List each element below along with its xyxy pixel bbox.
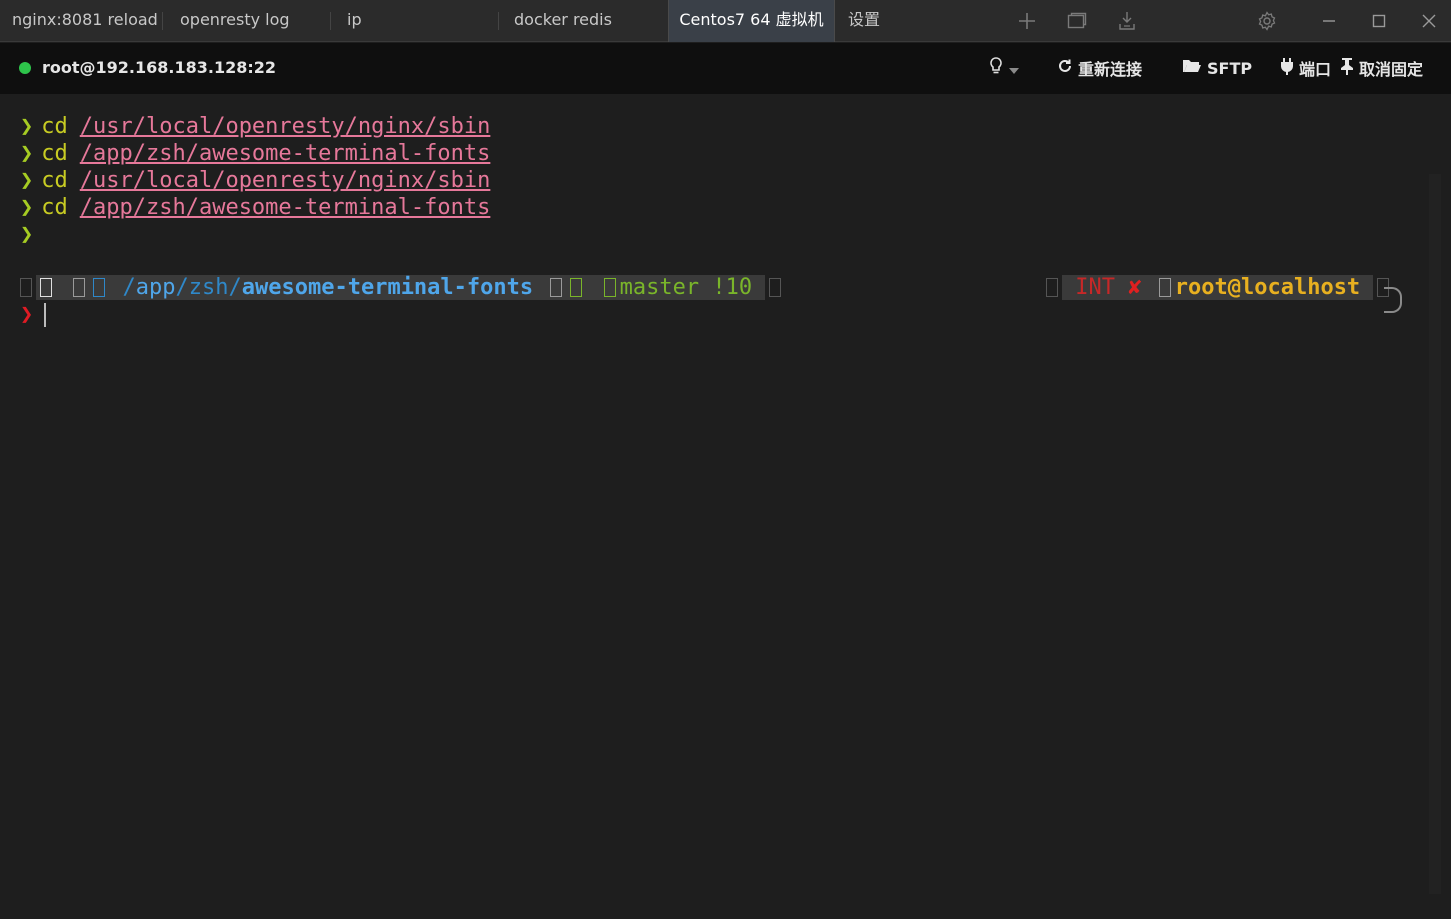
- history-line-3: ❯ cd/usr/local/openresty/nginx/sbin: [20, 167, 490, 194]
- exit-status: INT: [1075, 275, 1115, 300]
- prompt-chevron: ❯: [20, 195, 34, 220]
- command-path-link[interactable]: /usr/local/openresty/nginx/sbin: [80, 114, 491, 139]
- command-path-link[interactable]: /app/zsh/awesome-terminal-fonts: [80, 141, 491, 166]
- prompt-chevron: ❯: [20, 141, 34, 166]
- tab-settings[interactable]: 设置: [836, 0, 956, 42]
- current-directory: awesome-terminal-fonts: [241, 275, 534, 300]
- dir-segment-app: app: [135, 275, 176, 300]
- text-cursor: [44, 303, 46, 327]
- history-line-1: ❯ cd/usr/local/openresty/nginx/sbin: [20, 113, 490, 140]
- dir-root-slash: /: [122, 275, 136, 300]
- refresh-icon: [1057, 58, 1073, 78]
- chevron-down-icon: [1009, 59, 1019, 78]
- prompt-chevron-error: ❯: [20, 302, 34, 327]
- prompt-right-segment: INT ✘ root@localhost: [1046, 274, 1393, 301]
- command-path-link[interactable]: /usr/local/openresty/nginx/sbin: [80, 168, 491, 193]
- port-label: 端口: [1299, 60, 1332, 79]
- error-x-icon: ✘: [1128, 275, 1142, 300]
- tab-openresty-log[interactable]: openresty log: [168, 0, 328, 42]
- folder-open-icon: [1182, 58, 1202, 78]
- tab-docker-redis[interactable]: docker redis: [502, 0, 662, 42]
- maximize-icon[interactable]: [1359, 0, 1399, 42]
- command-text: cd: [41, 168, 68, 193]
- session-bar: root@192.168.183.128:22 重新连接 SFTP 端口 取消固…: [0, 43, 1451, 94]
- minimize-icon[interactable]: [1309, 0, 1349, 42]
- sftp-button[interactable]: SFTP: [1182, 57, 1252, 79]
- tab-bar: nginx:8081 reload openresty log ip docke…: [0, 0, 1451, 42]
- prompt-chevron: ❯: [20, 168, 34, 193]
- command-path-link[interactable]: /app/zsh/awesome-terminal-fonts: [80, 195, 491, 220]
- tab-ip[interactable]: ip: [335, 0, 495, 42]
- tab-divider: [330, 12, 331, 30]
- history-line-5: ❯: [20, 221, 33, 248]
- plug-icon: [1280, 57, 1294, 79]
- port-button[interactable]: 端口: [1280, 57, 1331, 79]
- terminal-area[interactable]: ❯ cd/usr/local/openresty/nginx/sbin ❯ cd/a…: [0, 94, 1451, 919]
- close-icon[interactable]: [1409, 0, 1449, 42]
- dir-slash: /: [228, 275, 242, 300]
- prompt-segment-bg: INT ✘ root@localhost: [1062, 275, 1374, 300]
- prompt-left-segment: /app/zsh/awesome-terminal-fonts master !…: [20, 274, 785, 301]
- powerline-edge-icon: [769, 278, 782, 297]
- tab-centos7-vm[interactable]: Centos7 64 虚拟机: [668, 0, 835, 42]
- separator-icon: [73, 278, 86, 297]
- separator-icon: [550, 278, 563, 297]
- connection-status-icon: [19, 62, 31, 74]
- sftp-label: SFTP: [1207, 58, 1253, 78]
- plus-icon[interactable]: [1007, 0, 1047, 42]
- unpin-label: 取消固定: [1359, 60, 1424, 79]
- folder-icon: [93, 278, 106, 297]
- os-logo-icon: [40, 278, 52, 297]
- prompt-chevron: ❯: [20, 114, 34, 139]
- download-icon[interactable]: [1107, 0, 1147, 42]
- session-host: root@192.168.183.128:22: [42, 58, 277, 77]
- unpin-button[interactable]: 取消固定: [1340, 57, 1423, 79]
- git-branch-icon: [603, 278, 616, 297]
- command-text: cd: [41, 114, 68, 139]
- user-host: root@localhost: [1174, 275, 1361, 300]
- gear-icon[interactable]: [1247, 0, 1287, 42]
- dir-segment-zsh: zsh: [188, 275, 229, 300]
- prompt-chevron: ❯: [20, 222, 34, 247]
- reconnect-label: 重新连接: [1078, 60, 1143, 79]
- lightbulb-icon: [988, 56, 1004, 80]
- reconnect-button[interactable]: 重新连接: [1057, 57, 1142, 79]
- dir-slash: /: [175, 275, 189, 300]
- git-icon: [570, 278, 583, 297]
- current-prompt-line[interactable]: ❯: [20, 301, 46, 328]
- history-line-4: ❯ cd/app/zsh/awesome-terminal-fonts: [20, 194, 490, 221]
- multiline-connector-icon: [1384, 287, 1402, 313]
- command-text: cd: [41, 195, 68, 220]
- prompt-segment-bg: /app/zsh/awesome-terminal-fonts master !…: [36, 275, 766, 300]
- terminal-scrollbar[interactable]: [1429, 174, 1441, 894]
- tips-button[interactable]: [988, 57, 1019, 79]
- tab-nginx-reload[interactable]: nginx:8081 reload: [0, 0, 160, 42]
- git-status: master !10: [619, 275, 753, 300]
- powerline-edge-icon: [1046, 278, 1058, 297]
- pin-icon: [1340, 57, 1354, 79]
- history-line-2: ❯ cd/app/zsh/awesome-terminal-fonts: [20, 140, 490, 167]
- powerline-edge-icon: [20, 278, 32, 297]
- tab-divider: [498, 12, 499, 30]
- tab-divider: [162, 12, 163, 30]
- window-copy-icon[interactable]: [1057, 0, 1097, 42]
- separator-icon: [1158, 278, 1171, 297]
- command-text: cd: [41, 141, 68, 166]
